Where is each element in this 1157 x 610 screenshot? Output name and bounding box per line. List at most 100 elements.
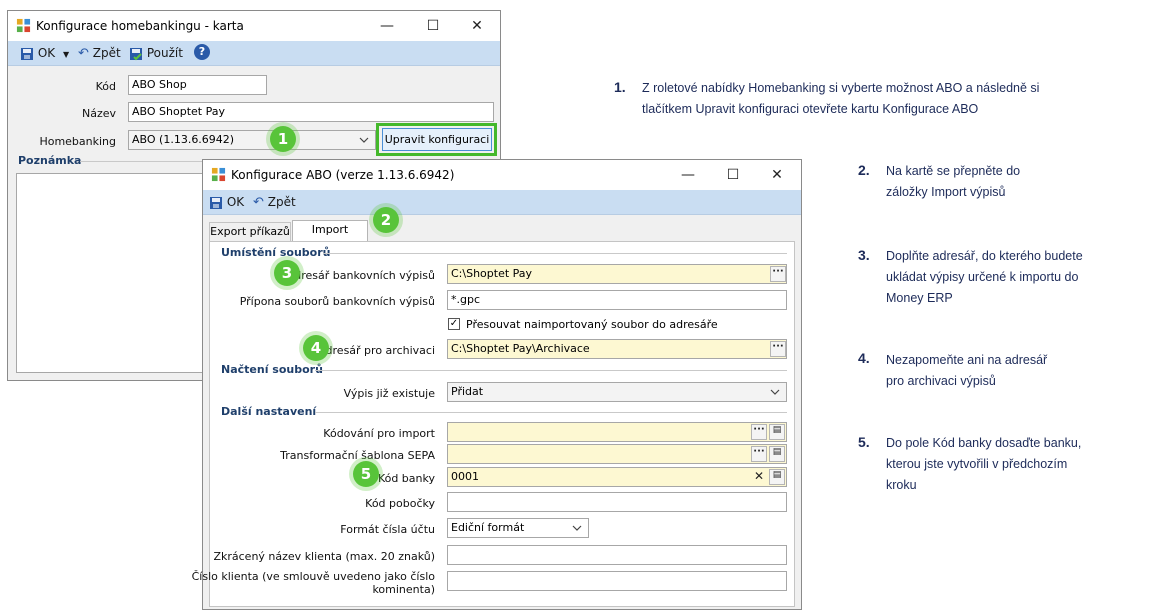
- minimize-icon[interactable]: —: [665, 160, 711, 190]
- app-icon: [16, 18, 31, 33]
- edit-config-button[interactable]: Upravit konfiguraci: [382, 128, 492, 151]
- sepa-label: Transformační šablona SEPA: [280, 449, 435, 462]
- kod-label: Kód: [95, 80, 116, 93]
- encoding-label: Kódování pro import: [323, 427, 435, 440]
- branch-label: Kód pobočky: [365, 497, 435, 510]
- browse-button[interactable]: ···: [751, 424, 767, 440]
- step-1-line-1: Z roletové nabídky Homebanking si vybert…: [642, 81, 1040, 95]
- step-2-line-1: Na kartě se přepněte do: [886, 164, 1021, 178]
- save-icon: [21, 47, 33, 60]
- kod-input[interactable]: ABO Shop: [128, 75, 267, 95]
- nazev-label: Název: [81, 107, 116, 120]
- step-badge-1: 1: [270, 126, 296, 152]
- exists-value: Přidat: [451, 385, 484, 398]
- toolbar: OK ▼ ↶ Zpět Použít ?: [8, 41, 500, 66]
- step-2-line-2: záložky Import výpisů: [886, 185, 1006, 199]
- step-5-line-1: Do pole Kód banky dosaďte banku,: [886, 436, 1082, 450]
- step-3-line-2: ukládat výpisy určené k importu do: [886, 270, 1079, 284]
- exists-select[interactable]: Přidat: [447, 382, 787, 402]
- tab-import[interactable]: Import výpisů: [292, 220, 368, 254]
- help-icon[interactable]: ?: [194, 44, 210, 60]
- section-load: Načtení souborů: [221, 363, 323, 376]
- step-2-number: 2.: [858, 162, 870, 178]
- maximize-icon[interactable]: ☐: [410, 11, 456, 41]
- step-4-line-1: Nezapomeňte ani na adresář: [886, 353, 1048, 367]
- note-label: Poznámka: [18, 154, 82, 167]
- short-name-label: Zkrácený název klienta (max. 20 znaků): [213, 550, 435, 563]
- chevron-down-icon[interactable]: ▼: [63, 50, 69, 59]
- archive-label: Adresář pro archivaci: [318, 344, 435, 357]
- chevron-down-icon: [770, 389, 780, 395]
- divider: [315, 370, 787, 371]
- list-icon[interactable]: ▤: [769, 424, 785, 440]
- step-4-number: 4.: [858, 350, 870, 366]
- apply-label: Použít: [146, 46, 183, 60]
- close-icon[interactable]: ✕: [454, 11, 500, 41]
- back-button[interactable]: ↶ Zpět: [78, 45, 121, 61]
- apply-icon: [130, 47, 142, 60]
- branch-input[interactable]: [447, 492, 787, 512]
- ok-button[interactable]: OK ▼: [20, 45, 69, 61]
- step-badge-3: 3: [274, 260, 300, 286]
- divider: [323, 253, 787, 254]
- browse-button[interactable]: ···: [770, 341, 786, 357]
- save-icon: [210, 196, 222, 209]
- back-button[interactable]: ↶ Zpět: [253, 194, 296, 210]
- window-title: Konfigurace homebankingu - karta: [36, 19, 244, 33]
- step-5-line-3: kroku: [886, 478, 917, 492]
- exists-label: Výpis již existuje: [343, 387, 435, 400]
- abo-config-window: Konfigurace ABO (verze 1.13.6.6942) — ☐ …: [192, 159, 802, 610]
- ok-button[interactable]: OK: [209, 194, 244, 210]
- back-label: Zpět: [92, 46, 121, 60]
- browse-button[interactable]: ···: [770, 266, 786, 282]
- divider: [315, 412, 787, 413]
- title-bar: Konfigurace ABO (verze 1.13.6.6942) — ☐ …: [203, 160, 801, 190]
- bank-input[interactable]: 0001: [447, 467, 787, 487]
- maximize-icon[interactable]: ☐: [710, 160, 756, 190]
- dir-input[interactable]: C:\Shoptet Pay: [447, 264, 787, 284]
- homebanking-value: ABO (1.13.6.6942): [132, 133, 235, 146]
- close-icon[interactable]: ✕: [754, 160, 800, 190]
- tab-export[interactable]: Export příkazů: [209, 222, 291, 242]
- browse-button[interactable]: ···: [751, 446, 767, 462]
- step-badge-4: 4: [303, 335, 329, 361]
- step-badge-5: 5: [353, 461, 379, 487]
- ext-label: Přípona souborů bankovních výpisů: [239, 295, 435, 308]
- clear-icon[interactable]: ✕: [751, 469, 767, 485]
- short-name-input[interactable]: [447, 545, 787, 565]
- title-bar: Konfigurace homebankingu - karta — ☐ ✕: [8, 11, 500, 41]
- archive-input[interactable]: C:\Shoptet Pay\Archivace: [447, 339, 787, 359]
- nazev-input[interactable]: ABO Shoptet Pay: [128, 102, 494, 122]
- sepa-input[interactable]: [447, 444, 787, 464]
- homebanking-select[interactable]: ABO (1.13.6.6942): [128, 130, 376, 150]
- step-3-line-1: Doplňte adresář, do kterého budete: [886, 249, 1083, 263]
- acc-format-label: Formát čísla účtu: [340, 523, 435, 536]
- window-title: Konfigurace ABO (verze 1.13.6.6942): [231, 168, 455, 182]
- chevron-down-icon: [359, 137, 369, 143]
- list-icon[interactable]: ▤: [769, 469, 785, 485]
- acc-format-select[interactable]: Ediční formát: [447, 518, 589, 538]
- dir-label: Adresář bankovních výpisů: [286, 269, 435, 282]
- step-3-line-3: Money ERP: [886, 291, 953, 305]
- step-1-line-2: tlačítkem Upravit konfiguraci otevřete k…: [642, 102, 979, 116]
- apply-button[interactable]: Použít: [129, 45, 183, 61]
- ext-input[interactable]: *.gpc: [447, 290, 787, 310]
- step-5-line-2: kterou jste vytvořili v předchozím: [886, 457, 1068, 471]
- step-badge-2: 2: [373, 207, 399, 233]
- client-no-input[interactable]: [447, 571, 787, 591]
- list-icon[interactable]: ▤: [769, 446, 785, 462]
- bank-label: Kód banky: [377, 472, 435, 485]
- undo-icon: ↶: [253, 195, 264, 210]
- chevron-down-icon: [572, 525, 582, 531]
- homebanking-label: Homebanking: [39, 135, 116, 148]
- step-4-line-2: pro archivaci výpisů: [886, 374, 996, 388]
- minimize-icon[interactable]: —: [364, 11, 410, 41]
- client-no-label-2: kominenta): [372, 583, 435, 596]
- note-textarea[interactable]: [16, 173, 206, 373]
- section-other: Další nastavení: [221, 405, 317, 418]
- acc-format-value: Ediční formát: [451, 521, 525, 534]
- encoding-input[interactable]: [447, 422, 787, 442]
- move-checkbox[interactable]: ✓: [448, 318, 460, 330]
- section-files: Umístění souborů: [221, 246, 331, 259]
- step-5-number: 5.: [858, 434, 870, 450]
